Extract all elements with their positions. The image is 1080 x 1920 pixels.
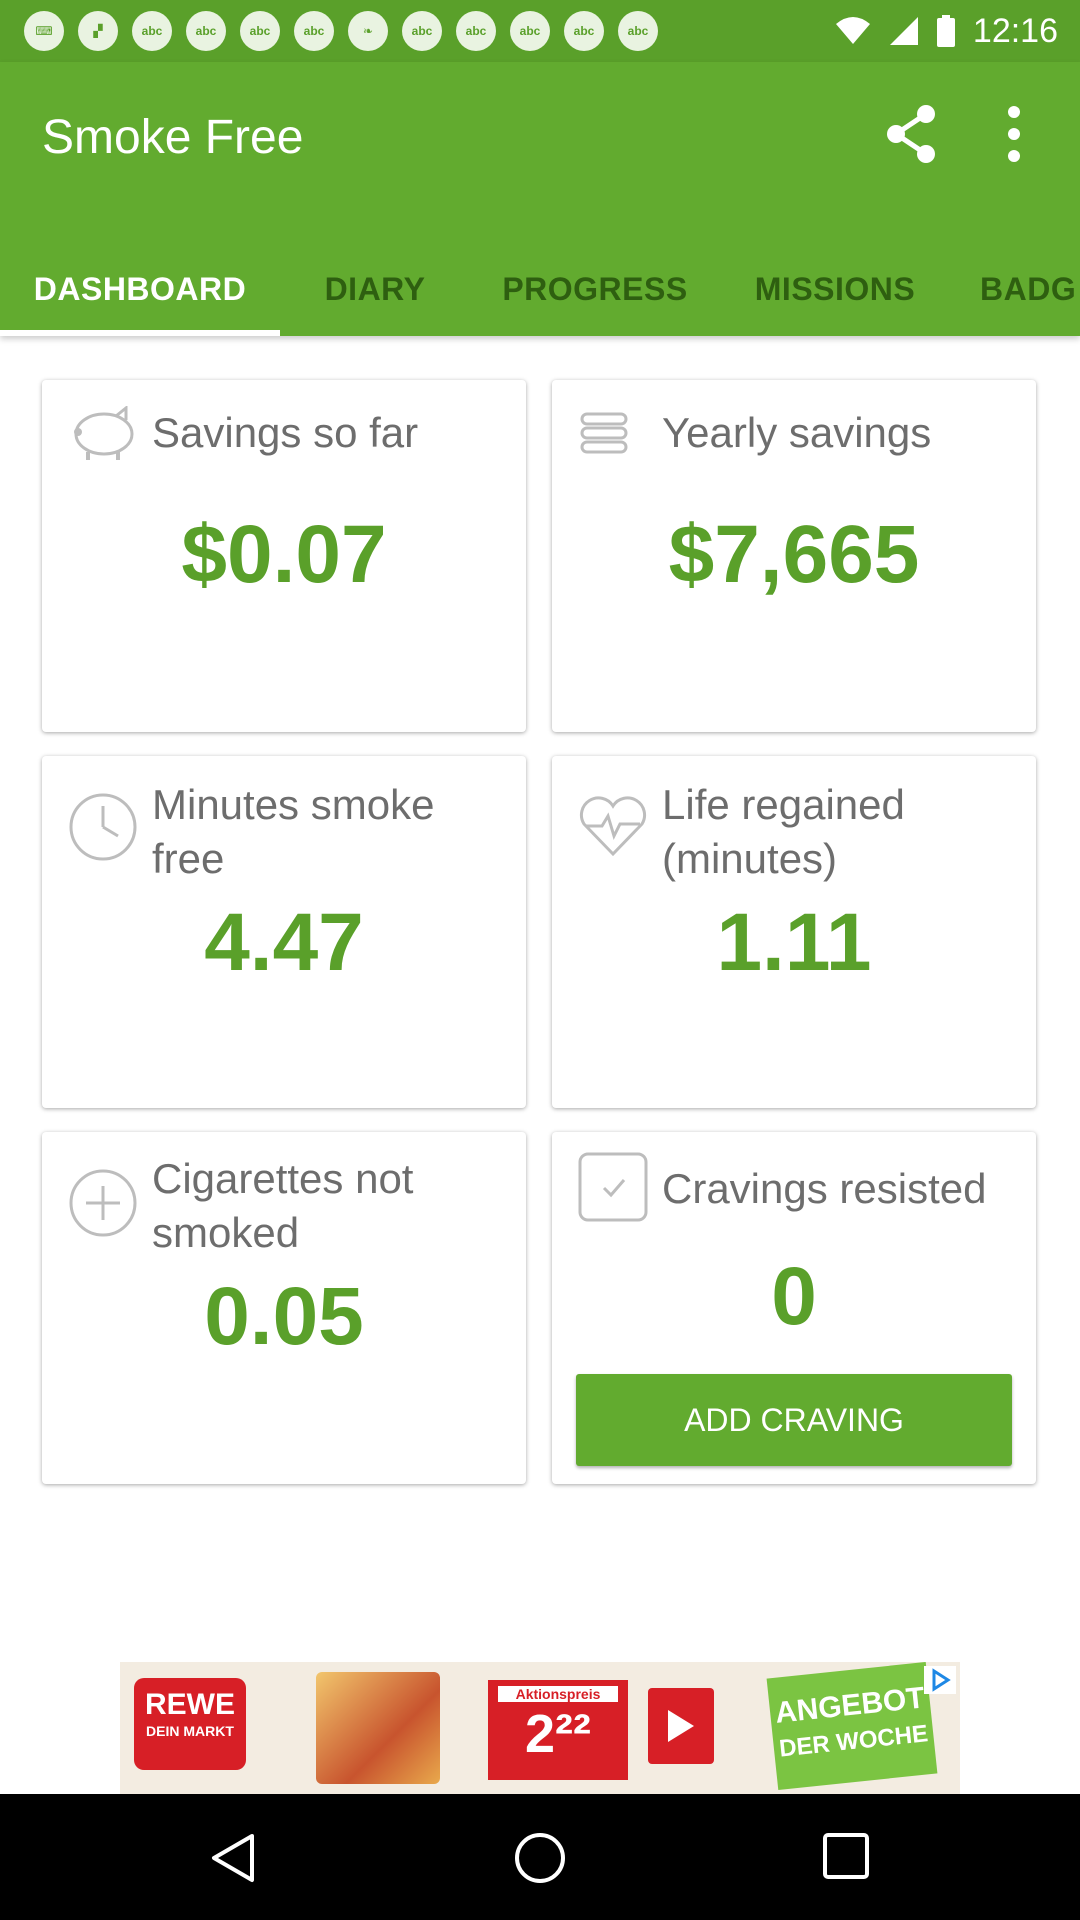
tab-progress[interactable]: PROGRESS bbox=[470, 242, 720, 336]
clock-time: 12:16 bbox=[972, 11, 1058, 50]
wifi-icon bbox=[835, 16, 871, 46]
recent-apps-icon[interactable] bbox=[822, 1832, 870, 1885]
card-label: Cigarettes not smoked bbox=[152, 1155, 414, 1256]
keyboard-icon: ⌨ bbox=[24, 11, 64, 51]
card-value: 1.11 bbox=[716, 897, 872, 988]
card-value: 0 bbox=[771, 1251, 817, 1342]
card-label: Minutes smoke free bbox=[152, 781, 435, 882]
more-options-icon[interactable] bbox=[1004, 104, 1024, 169]
card-value: 4.47 bbox=[204, 897, 364, 988]
card-value: $7,665 bbox=[668, 509, 920, 600]
card-label: Life regained (minutes) bbox=[662, 781, 905, 882]
abc-icon: abc bbox=[132, 11, 172, 51]
play-icon[interactable] bbox=[648, 1688, 714, 1764]
abc-icon: abc bbox=[294, 11, 334, 51]
abc-icon: abc bbox=[240, 11, 280, 51]
app-bar: Smoke Free DASHBOARD DIARY PROGRESS MISS… bbox=[0, 62, 1080, 336]
coins-icon bbox=[578, 410, 634, 469]
ad-choices-icon[interactable] bbox=[924, 1666, 956, 1699]
tab-dashboard[interactable]: DASHBOARD bbox=[0, 242, 280, 336]
notification-icons: ⌨ ▞ abc abc abc abc ❧ abc abc abc abc ab… bbox=[0, 11, 658, 51]
status-bar: ⌨ ▞ abc abc abc abc ❧ abc abc abc abc ab… bbox=[0, 0, 1080, 62]
checkbox-icon bbox=[578, 1152, 648, 1227]
ad-price-label: Aktionspreis bbox=[498, 1686, 618, 1702]
minutes-smoke-free-card: Minutes smoke free 4.47 bbox=[42, 756, 526, 1108]
card-label: Yearly savings bbox=[662, 409, 932, 456]
ad-offer-badge: ANGEBOT DER WOCHE bbox=[766, 1662, 938, 1791]
heart-pulse-icon bbox=[578, 794, 648, 863]
app-title: Smoke Free bbox=[42, 111, 304, 164]
abc-icon: abc bbox=[456, 11, 496, 51]
abc-icon: abc bbox=[510, 11, 550, 51]
card-value: 0.05 bbox=[204, 1271, 364, 1362]
flipboard-icon: ▞ bbox=[78, 11, 118, 51]
leaf-icon: ❧ bbox=[348, 11, 388, 51]
cigarettes-not-smoked-card: Cigarettes not smoked 0.05 bbox=[42, 1132, 526, 1484]
tab-missions[interactable]: MISSIONS bbox=[720, 242, 950, 336]
navigation-bar bbox=[0, 1794, 1080, 1920]
ad-brand-logo: REWE DEIN MARKT bbox=[134, 1678, 246, 1770]
abc-icon: abc bbox=[564, 11, 604, 51]
signal-icon bbox=[889, 16, 919, 46]
plus-circle-icon bbox=[68, 1168, 138, 1243]
piggy-bank-icon bbox=[68, 404, 140, 467]
tab-diary[interactable]: DIARY bbox=[280, 242, 470, 336]
card-label: Cravings resisted bbox=[662, 1165, 987, 1212]
abc-icon: abc bbox=[186, 11, 226, 51]
tab-bar: DASHBOARD DIARY PROGRESS MISSIONS BADG bbox=[0, 242, 1080, 336]
life-regained-card: Life regained (minutes) 1.11 bbox=[552, 756, 1036, 1108]
tab-indicator bbox=[0, 330, 280, 336]
abc-icon: abc bbox=[618, 11, 658, 51]
home-icon[interactable] bbox=[514, 1832, 566, 1889]
ad-brand-sub: DEIN MARKT bbox=[146, 1723, 234, 1739]
card-label: Savings so far bbox=[152, 409, 419, 456]
card-value: $0.07 bbox=[181, 509, 387, 600]
tab-badges[interactable]: BADG bbox=[980, 242, 1080, 336]
ad-brand: REWE bbox=[145, 1688, 235, 1721]
ad-price: 2²² bbox=[525, 1704, 591, 1764]
battery-icon bbox=[936, 15, 955, 47]
savings-card: Savings so far $0.07 bbox=[42, 380, 526, 732]
pizza-image bbox=[316, 1672, 440, 1784]
cravings-resisted-card: Cravings resisted 0 ADD CRAVING bbox=[552, 1132, 1036, 1484]
abc-icon: abc bbox=[402, 11, 442, 51]
back-icon[interactable] bbox=[208, 1832, 258, 1889]
yearly-savings-card: Yearly savings $7,665 bbox=[552, 380, 1036, 732]
ad-price-tag: Aktionspreis 2²² bbox=[488, 1680, 628, 1780]
share-icon[interactable] bbox=[880, 102, 944, 171]
add-craving-button[interactable]: ADD CRAVING bbox=[576, 1374, 1012, 1466]
ad-banner[interactable]: REWE DEIN MARKT Aktionspreis 2²² ANGEBOT… bbox=[120, 1662, 960, 1794]
clock-icon bbox=[68, 792, 138, 867]
